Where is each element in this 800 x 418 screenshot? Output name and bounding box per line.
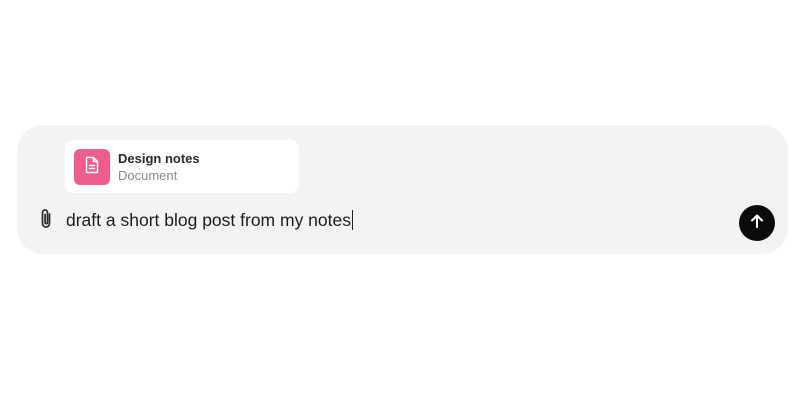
attachment-subtitle: Document: [118, 168, 178, 183]
chat-composer: Design notes Document draft a short blog…: [17, 125, 788, 254]
attach-file-button[interactable]: [35, 208, 57, 232]
document-icon: [84, 156, 100, 179]
send-button[interactable]: [739, 205, 775, 241]
arrow-up-icon: [749, 213, 765, 234]
attachment-chip[interactable]: Design notes Document: [65, 140, 299, 193]
message-input[interactable]: draft a short blog post from my notes: [66, 209, 353, 231]
text-caret: [352, 210, 353, 230]
message-input-text[interactable]: draft a short blog post from my notes: [66, 210, 351, 231]
attachment-file-tile: [74, 149, 110, 185]
paperclip-icon: [38, 207, 54, 234]
attachment-title: Design notes: [118, 151, 200, 166]
